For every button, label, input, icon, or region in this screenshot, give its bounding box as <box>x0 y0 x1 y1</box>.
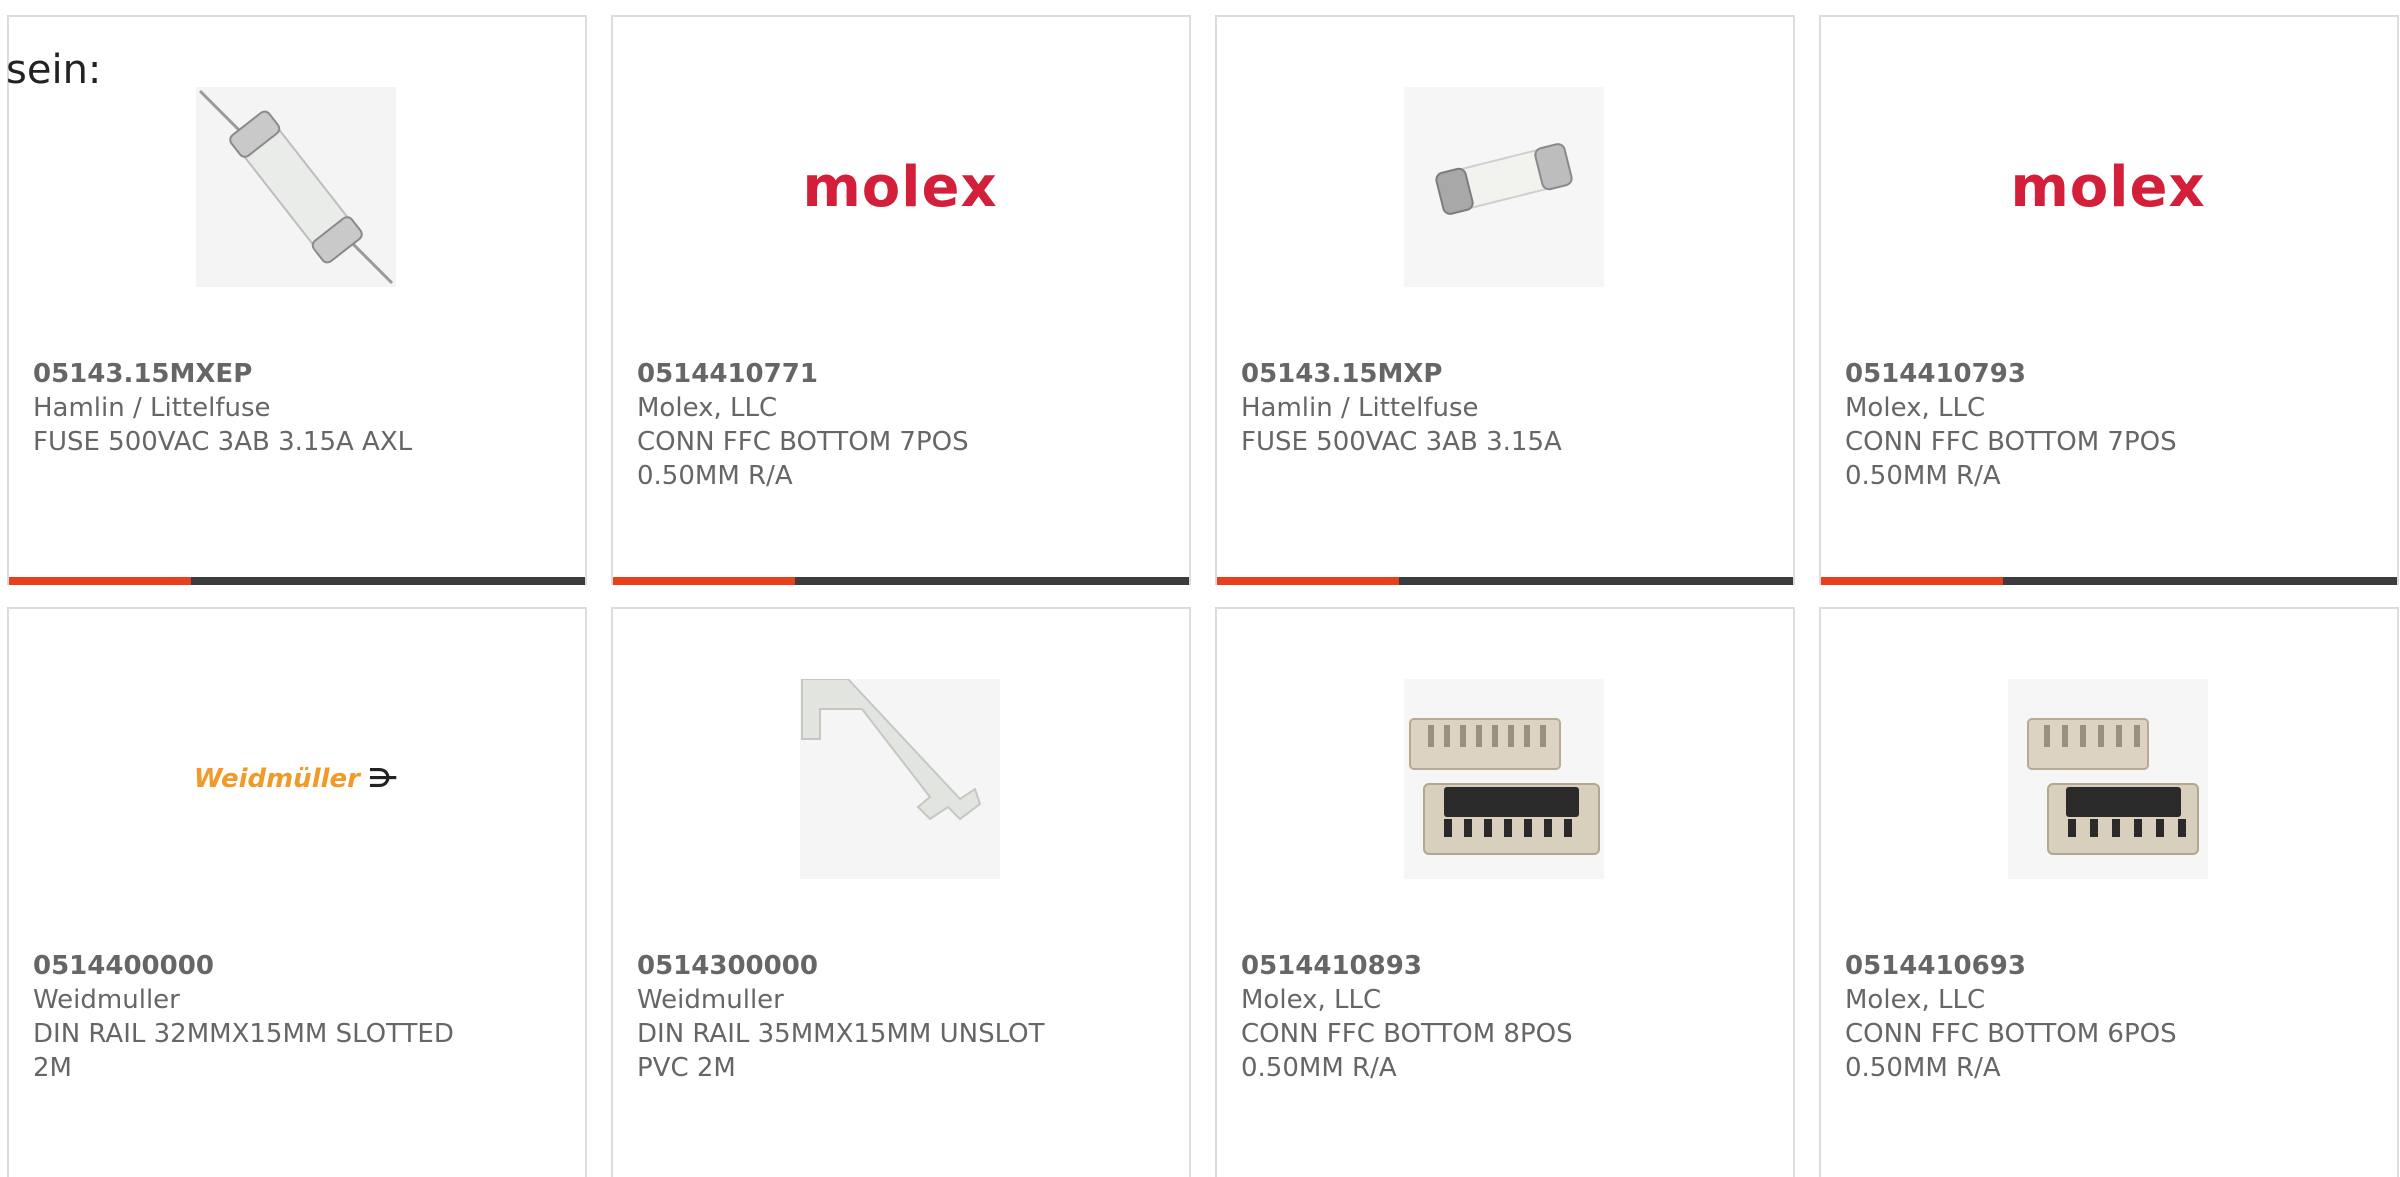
manufacturer: Weidmuller <box>33 985 180 1015</box>
product-info: 0514410693 Molex, LLC CONN FFC BOTTOM 6P… <box>1845 949 2377 1085</box>
manufacturer: Molex, LLC <box>1845 393 1986 423</box>
weidmuller-mark-icon: ⋺ <box>367 764 399 794</box>
manufacturer: Molex, LLC <box>1845 985 1986 1015</box>
axial-fuse-image[interactable] <box>196 87 396 287</box>
ffc-connector-image[interactable] <box>2008 679 2208 879</box>
manufacturer: Molex, LLC <box>1241 985 1382 1015</box>
weidmuller-logo[interactable]: Weidmüller ⋺ <box>194 679 399 879</box>
product-card[interactable]: molex 0514410771 Molex, LLC CONN FFC BOT… <box>611 15 1191 585</box>
description: DIN RAIL 32MMX15MM SLOTTED 2M <box>33 1019 454 1083</box>
description: CONN FFC BOTTOM 7POS 0.50MM R/A <box>637 427 969 491</box>
part-number[interactable]: 0514410693 <box>1845 949 2377 983</box>
product-info: 05143.15MXEP Hamlin / Littelfuse FUSE 50… <box>33 357 565 459</box>
intro-text: sein: <box>6 47 102 93</box>
description: DIN RAIL 35MMX15MM UNSLOT PVC 2M <box>637 1019 1045 1083</box>
product-card[interactable]: molex 0514410793 Molex, LLC CONN FFC BOT… <box>1819 15 2399 585</box>
din-rail-image[interactable] <box>800 679 1000 879</box>
ffc-connector-image[interactable] <box>1404 679 1604 879</box>
product-info: 0514400000 Weidmuller DIN RAIL 32MMX15MM… <box>33 949 565 1085</box>
part-number[interactable]: 0514410893 <box>1241 949 1773 983</box>
part-number[interactable]: 0514400000 <box>33 949 565 983</box>
part-number[interactable]: 05143.15MXEP <box>33 357 565 391</box>
product-info: 0514410793 Molex, LLC CONN FFC BOTTOM 7P… <box>1845 357 2377 493</box>
manufacturer: Hamlin / Littelfuse <box>33 393 271 423</box>
product-info: 0514410893 Molex, LLC CONN FFC BOTTOM 8P… <box>1241 949 1773 1085</box>
description: CONN FFC BOTTOM 7POS 0.50MM R/A <box>1845 427 2177 491</box>
description: FUSE 500VAC 3AB 3.15A AXL <box>33 427 413 457</box>
product-card[interactable]: 0514410893 Molex, LLC CONN FFC BOTTOM 8P… <box>1215 607 1795 1177</box>
card-underline <box>613 577 1189 585</box>
product-info: 0514410771 Molex, LLC CONN FFC BOTTOM 7P… <box>637 357 1169 493</box>
part-number[interactable]: 0514410771 <box>637 357 1169 391</box>
molex-logo[interactable]: molex <box>2008 87 2208 287</box>
product-info: 0514300000 Weidmuller DIN RAIL 35MMX15MM… <box>637 949 1169 1085</box>
product-card[interactable]: Weidmüller ⋺ 0514400000 Weidmuller DIN RA… <box>7 607 587 1177</box>
part-number[interactable]: 05143.15MXP <box>1241 357 1773 391</box>
description: CONN FFC BOTTOM 8POS 0.50MM R/A <box>1241 1019 1573 1083</box>
molex-logo[interactable]: molex <box>800 87 1000 287</box>
product-info: 05143.15MXP Hamlin / Littelfuse FUSE 500… <box>1241 357 1773 459</box>
manufacturer: Hamlin / Littelfuse <box>1241 393 1479 423</box>
part-number[interactable]: 0514410793 <box>1845 357 2377 391</box>
product-card[interactable]: 05143.15MXP Hamlin / Littelfuse FUSE 500… <box>1215 15 1795 585</box>
product-card[interactable]: 05143.15MXEP Hamlin / Littelfuse FUSE 50… <box>7 15 587 585</box>
cartridge-fuse-image[interactable] <box>1404 87 1604 287</box>
part-number[interactable]: 0514300000 <box>637 949 1169 983</box>
card-underline <box>9 577 585 585</box>
description: CONN FFC BOTTOM 6POS 0.50MM R/A <box>1845 1019 2177 1083</box>
product-card[interactable]: 0514300000 Weidmuller DIN RAIL 35MMX15MM… <box>611 607 1191 1177</box>
card-underline <box>1821 577 2397 585</box>
manufacturer: Molex, LLC <box>637 393 778 423</box>
product-grid: 05143.15MXEP Hamlin / Littelfuse FUSE 50… <box>7 15 2400 1177</box>
description: FUSE 500VAC 3AB 3.15A <box>1241 427 1562 457</box>
card-underline <box>1217 577 1793 585</box>
product-card[interactable]: 0514410693 Molex, LLC CONN FFC BOTTOM 6P… <box>1819 607 2399 1177</box>
manufacturer: Weidmuller <box>637 985 784 1015</box>
